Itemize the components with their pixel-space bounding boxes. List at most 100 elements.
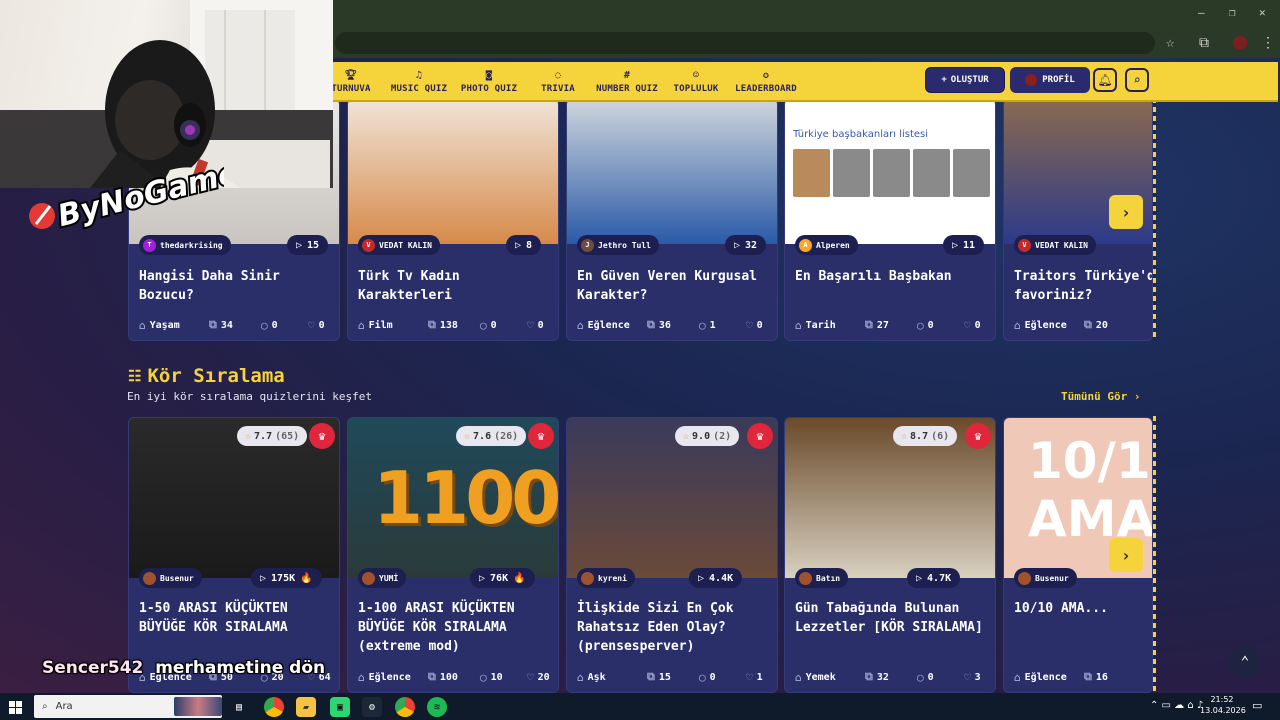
quiz-title[interactable]: Traitors Türkiye'de favoriniz? — [1014, 267, 1152, 305]
question-count: ⧉ 34 — [209, 318, 261, 332]
nav-item-leaderboard[interactable]: ✪ LEADERBOARD — [733, 64, 799, 100]
quiz-stats: ⌂ Yemek ⧉ 32 ◯ 0 ♡ 3 — [795, 670, 995, 684]
like-count: ♡ 20 — [527, 671, 550, 684]
blind-ranking-card[interactable]: ☆ 8.7 (6) ♛ Batın ▷ 4.7K Gün Tabağında Bulu… — [784, 417, 996, 693]
copy-icon: ⧉ — [647, 670, 655, 683]
steam-icon[interactable]: ⚙︎ — [362, 697, 382, 717]
create-button[interactable]: + OLUŞTUR — [925, 67, 1005, 93]
quiz-card[interactable]: Türkiye başbakanları listesi A Alperen ▷… — [784, 98, 996, 341]
search-icon[interactable]: ⌕ — [1125, 68, 1149, 92]
author-badge[interactable]: A Alperen — [795, 235, 858, 255]
browser-menu-icon[interactable]: ⋮ — [1261, 35, 1275, 51]
tag-icon: ⌂ — [1014, 670, 1021, 684]
crown-icon[interactable]: ♛ — [309, 423, 335, 449]
avatar: T — [143, 238, 156, 252]
crown-icon[interactable]: ♛ — [965, 423, 991, 449]
see-all-link[interactable]: Tümünü Gör › — [1061, 390, 1140, 403]
nav-item-music-quiz[interactable]: ♫ MUSIC QUIZ — [388, 64, 450, 100]
author-badge[interactable]: kyreni — [577, 568, 635, 588]
quiz-card[interactable]: V VEDAT KALIN ▷ 8 Türk Tv Kadın Karakterl… — [347, 98, 559, 341]
crown-icon[interactable]: ♛ — [528, 423, 554, 449]
quiz-title[interactable]: 1-100 ARASI KÜÇÜKTEN BÜYÜĞE KÖR SIRALAMA… — [358, 599, 554, 656]
question-count-value: 32 — [876, 671, 889, 683]
blind-ranking-card[interactable]: 1100 ☆ 7.6 (26) ♛ YUMİ ▷ 76K 🔥 1-100 ARASI K… — [347, 417, 559, 693]
play-count: ▷ 76K 🔥 — [470, 568, 535, 588]
author-badge[interactable]: Busenur — [1014, 568, 1077, 588]
like-count: ♡ 0 — [527, 319, 544, 332]
copy-icon: ⧉ — [647, 318, 655, 331]
copy-icon: ⧉ — [1084, 318, 1092, 331]
carousel-next-button[interactable]: › — [1109, 538, 1143, 572]
play-icon: ▷ — [734, 239, 741, 251]
comment-count-value: 10 — [490, 671, 503, 683]
users-icon: ☺ — [692, 70, 700, 81]
nav-item-number-quiz[interactable]: # NUMBER QUIZ — [594, 64, 660, 100]
quiz-title[interactable]: İlişkide Sizi En Çok Rahatsız Eden Olay?… — [577, 599, 773, 656]
task-view-icon[interactable]: ▤ — [229, 697, 249, 717]
profile-button[interactable]: PROFİL — [1010, 67, 1090, 93]
close-window-icon[interactable]: ✕ — [1259, 6, 1266, 19]
taskbar-search-input[interactable]: ⌕ Ara — [34, 695, 222, 718]
question-count-value: 100 — [439, 671, 458, 683]
rating-value: 7.6 — [473, 430, 492, 442]
author-badge[interactable]: Busenur — [139, 568, 202, 588]
comment-count-value: 0 — [271, 319, 278, 331]
scroll-to-top-button[interactable]: ⌃ — [1229, 646, 1261, 678]
quiz-title[interactable]: En Başarılı Başbakan — [795, 267, 991, 286]
maximize-icon[interactable]: ❐ — [1229, 6, 1236, 19]
question-count: ⧉ 15 — [647, 670, 699, 684]
author-badge[interactable]: V VEDAT KALIN — [358, 235, 440, 255]
author-badge[interactable]: Batın — [795, 568, 849, 588]
play-icon: ▷ — [698, 572, 705, 584]
comment-count: ◯ 0 — [917, 319, 964, 332]
quiz-title[interactable]: Hangisi Daha Sinir Bozucu? — [139, 267, 335, 305]
like-count: ♡ 3 — [964, 671, 981, 684]
chrome-taskbar-icon-2[interactable] — [395, 697, 415, 717]
bookmark-star-icon[interactable]: ☆ — [1166, 35, 1174, 51]
tag-icon: ⌂ — [139, 318, 146, 332]
extensions-icon[interactable]: ⧉ — [1199, 35, 1209, 51]
quiz-card[interactable]: J Jethro Tull ▷ 32 En Güven Veren Kurgusa… — [566, 98, 778, 341]
quiz-title[interactable]: Türk Tv Kadın Karakterleri — [358, 267, 554, 305]
quiz-title[interactable]: 10/10 AMA... — [1014, 599, 1152, 618]
search-icon: ⌕ — [42, 701, 48, 712]
nav-item-topluluk[interactable]: ☺ TOPLULUK — [672, 64, 720, 100]
windows-start-icon[interactable] — [6, 698, 26, 718]
author-badge[interactable]: YUMİ — [358, 568, 407, 588]
carousel-next-button[interactable]: › — [1109, 195, 1143, 229]
see-all-label: Tümünü Gör — [1061, 390, 1128, 403]
browser-profile-avatar[interactable] — [1233, 36, 1247, 50]
author-badge[interactable]: J Jethro Tull — [577, 235, 659, 255]
author-name: Alperen — [816, 240, 850, 250]
author-badge[interactable]: V VEDAT KALIN — [1014, 235, 1096, 255]
comment-count-value: 1 — [709, 319, 716, 331]
file-explorer-icon[interactable]: ▰ — [296, 697, 316, 717]
nav-item-trivia[interactable]: ◌ TRIVIA — [538, 64, 578, 100]
app-taskbar-icon[interactable]: ▣ — [330, 697, 350, 717]
taskbar-clock[interactable]: 21:52 13.04.2026 — [1200, 694, 1246, 716]
category-tag: ⌂ Yemek — [795, 671, 865, 684]
address-bar[interactable] — [335, 32, 1155, 54]
play-icon: ▷ — [952, 239, 959, 251]
avatar — [143, 571, 156, 585]
music-icon: ♫ — [415, 70, 423, 81]
clock-date: 13.04.2026 — [1200, 706, 1246, 715]
crown-icon[interactable]: ♛ — [747, 423, 773, 449]
play-count: ▷ 11 — [943, 235, 985, 255]
nav-item-turnuva[interactable]: 🏆︎ TURNUVA — [330, 64, 372, 100]
blind-ranking-card[interactable]: ☆ 7.7 (65) ♛ Busenur ▷ 175K 🔥 1-50 ARASI KÜÇ… — [128, 417, 340, 693]
category-label: Eğlence — [1024, 319, 1067, 331]
quiz-stats: ⌂ Yaşam ⧉ 34 ◯ 0 ♡ 0 — [139, 318, 339, 332]
quiz-title[interactable]: Gün Tabağında Bulunan Lezzetler [KÖR SIR… — [795, 599, 991, 637]
nav-item-photo-quiz[interactable]: ◙ PHOTO QUIZ — [458, 64, 520, 100]
spotify-icon[interactable]: ≋ — [427, 697, 447, 717]
quiz-title[interactable]: 1-50 ARASI KÜÇÜKTEN BÜYÜĞE KÖR SIRALAMA — [139, 599, 335, 637]
notification-bell-icon[interactable]: 🔔︎ — [1093, 68, 1117, 92]
minimize-icon[interactable]: — — [1198, 6, 1205, 19]
quiz-title[interactable]: En Güven Veren Kurgusal Karakter? — [577, 267, 773, 305]
system-tray-icons[interactable]: ⌃ ▭ ☁ ⌂ ♪ — [1150, 700, 1203, 711]
like-count-value: 3 — [974, 671, 981, 683]
notification-center-icon[interactable]: ▭ — [1252, 700, 1262, 711]
blind-ranking-card[interactable]: ☆ 9.0 (2) ♛ kyreni ▷ 4.4K İlişkide Sizi En … — [566, 417, 778, 693]
chrome-taskbar-icon[interactable] — [264, 697, 284, 717]
